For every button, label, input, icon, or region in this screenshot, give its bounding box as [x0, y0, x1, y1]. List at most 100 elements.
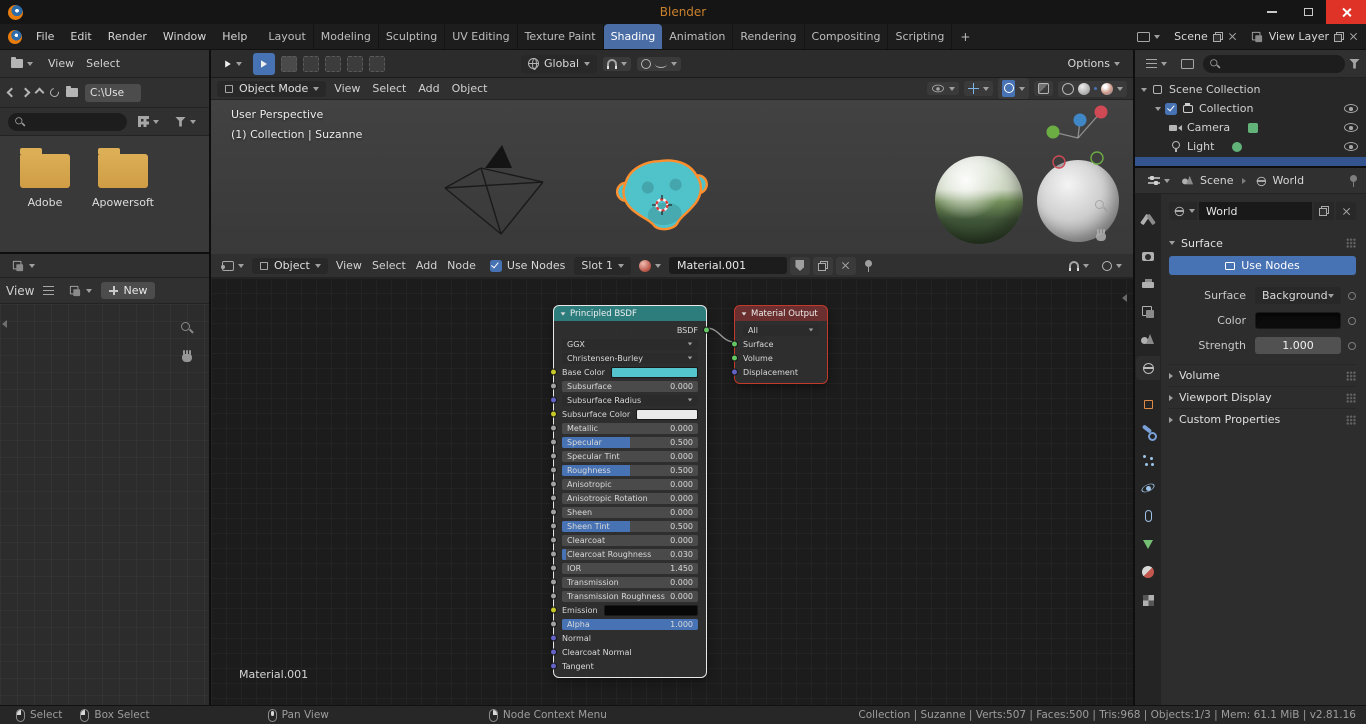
gizmo-z-axis[interactable] — [1073, 113, 1087, 127]
node-slider-ior[interactable]: IOR 1.450 — [562, 562, 698, 574]
active-tool-button[interactable] — [253, 52, 275, 75]
tab-scripting[interactable]: Scripting — [888, 24, 953, 49]
up-directory-button[interactable] — [34, 87, 45, 98]
shading-material-button[interactable] — [1094, 87, 1097, 90]
input-socket-shader[interactable] — [731, 354, 738, 362]
input-socket-vector[interactable] — [550, 396, 557, 404]
scene-selector[interactable]: Scene — [1170, 30, 1241, 43]
properties-tab-constraints[interactable] — [1136, 504, 1160, 528]
input-socket-float[interactable] — [550, 424, 557, 432]
screen-selector[interactable] — [1132, 30, 1165, 44]
vp-menu-select[interactable]: Select — [366, 82, 412, 95]
select-mode-subtract[interactable] — [325, 55, 341, 72]
node-slider-anisotropic-rotation[interactable]: Anisotropic Rotation 0.000 — [562, 492, 698, 504]
badge-cam-icon[interactable] — [1248, 122, 1259, 133]
collapsed-menus-button[interactable] — [38, 284, 59, 297]
gizmo-y-axis[interactable] — [1046, 125, 1060, 139]
unlink-material-button[interactable] — [835, 256, 856, 275]
view-layer-selector[interactable]: View Layer — [1246, 30, 1362, 44]
vp-menu-add[interactable]: Add — [412, 82, 445, 95]
input-socket-float[interactable] — [550, 564, 557, 572]
xray-toggle[interactable] — [1034, 81, 1053, 96]
folder-apowersoft[interactable]: Apowersoft — [92, 148, 154, 234]
cursor-3d[interactable] — [652, 195, 672, 215]
node-slider-clearcoat[interactable]: Clearcoat 0.000 — [562, 534, 698, 546]
badge-light-icon[interactable] — [1232, 141, 1243, 152]
browse-image-button[interactable] — [63, 282, 97, 300]
input-socket-float[interactable] — [550, 452, 557, 460]
input-socket-shader[interactable] — [731, 340, 738, 348]
node-slider-clearcoat-roughness[interactable]: Clearcoat Roughness 0.030 — [562, 548, 698, 560]
color-swatch-emission[interactable] — [603, 604, 698, 616]
properties-tab-view-layer[interactable] — [1136, 300, 1160, 324]
forward-button[interactable] — [20, 87, 31, 98]
node-slider-alpha[interactable]: Alpha 1.000 — [562, 618, 698, 630]
active-tool-dropdown[interactable] — [219, 57, 247, 71]
properties-tab-world[interactable] — [1136, 356, 1160, 380]
hide-toggle-eye-icon[interactable] — [1344, 123, 1358, 132]
shader-node-canvas[interactable]: Principled BSDF BSDF GGX Christensen-Burle… — [211, 278, 1133, 705]
surface-panel-header[interactable]: Surface — [1169, 232, 1356, 254]
properties-tab-material[interactable] — [1136, 560, 1160, 584]
properties-tab-texture[interactable] — [1136, 588, 1160, 612]
sh-menu-node[interactable]: Node — [442, 259, 481, 272]
snap-menu-caret[interactable] — [621, 61, 628, 66]
disclosure-triangle[interactable] — [1141, 87, 1147, 92]
outliner-row-suzanne-partial[interactable] — [1135, 157, 1366, 166]
unlink-view-layer-icon[interactable] — [1349, 32, 1358, 41]
unlink-scene-icon[interactable] — [1228, 32, 1237, 41]
blender-menu-icon[interactable] — [8, 29, 22, 44]
menu-help[interactable]: Help — [214, 24, 255, 50]
node-select-christensen-burley[interactable]: Christensen-Burley — [562, 352, 698, 364]
breadcrumb-scene[interactable]: Scene — [1181, 174, 1234, 188]
output-target-dropdown[interactable]: All — [743, 324, 819, 336]
input-socket-float[interactable] — [550, 536, 557, 544]
display-mode-outliner[interactable] — [1176, 57, 1199, 71]
shading-rendered-button[interactable] — [1101, 82, 1113, 95]
display-mode-button[interactable] — [133, 114, 164, 129]
file-search-input[interactable] — [30, 115, 121, 128]
snap-node-button[interactable] — [1064, 259, 1094, 273]
collapse-node-icon[interactable] — [560, 311, 566, 316]
select-mode-extend[interactable] — [303, 55, 319, 72]
node-slider-sheen[interactable]: Sheen 0.000 — [562, 506, 698, 518]
sh-menu-select[interactable]: Select — [367, 259, 411, 272]
copy-scene-icon[interactable] — [1212, 31, 1223, 42]
pin-button[interactable] — [859, 258, 878, 274]
proportional-editing-icon[interactable] — [641, 58, 652, 69]
region-collapse-arrow[interactable] — [2, 320, 7, 328]
filter-icon[interactable] — [1349, 58, 1360, 69]
copy-world-button[interactable] — [1314, 202, 1334, 220]
browse-material-button[interactable] — [634, 258, 666, 274]
panel-custom-properties[interactable]: Custom Properties — [1169, 408, 1356, 430]
properties-tab-physics[interactable] — [1136, 476, 1160, 500]
collection-checkbox[interactable] — [1165, 102, 1177, 115]
properties-tab-particles[interactable] — [1136, 448, 1160, 472]
properties-tab-output[interactable] — [1136, 272, 1160, 296]
menu-render[interactable]: Render — [100, 24, 155, 50]
use-nodes-button[interactable]: Use Nodes — [1169, 256, 1356, 275]
input-socket-color[interactable] — [550, 606, 557, 614]
menu-edit[interactable]: Edit — [62, 24, 99, 50]
vp-menu-object[interactable]: Object — [446, 82, 494, 95]
outliner-row-scene-collection[interactable]: Scene Collection — [1135, 80, 1366, 99]
editor-type-outliner[interactable] — [1141, 57, 1172, 70]
panel-viewport-display[interactable]: Viewport Display — [1169, 386, 1356, 408]
input-socket-vector[interactable] — [550, 662, 557, 670]
create-folder-button[interactable] — [66, 85, 78, 97]
input-socket-float[interactable] — [550, 480, 557, 488]
folder-adobe[interactable]: Adobe — [14, 148, 76, 234]
select-mode-set[interactable] — [281, 55, 297, 72]
input-socket-color[interactable] — [550, 410, 557, 418]
node-slider-anisotropic[interactable]: Anisotropic 0.000 — [562, 478, 698, 490]
refresh-button[interactable] — [48, 86, 61, 99]
menu-file[interactable]: File — [28, 24, 62, 50]
select-mode-invert[interactable] — [347, 55, 363, 72]
falloff-curve-icon[interactable] — [655, 60, 668, 68]
node-slider-specular-tint[interactable]: Specular Tint 0.000 — [562, 450, 698, 462]
select-mode-intersect[interactable] — [369, 55, 385, 72]
transform-orientation-dropdown[interactable]: Global — [521, 54, 598, 73]
pin-icon[interactable] — [1349, 174, 1358, 187]
gizmo-y-neg[interactable] — [1090, 151, 1104, 165]
camera-object[interactable] — [439, 142, 551, 242]
